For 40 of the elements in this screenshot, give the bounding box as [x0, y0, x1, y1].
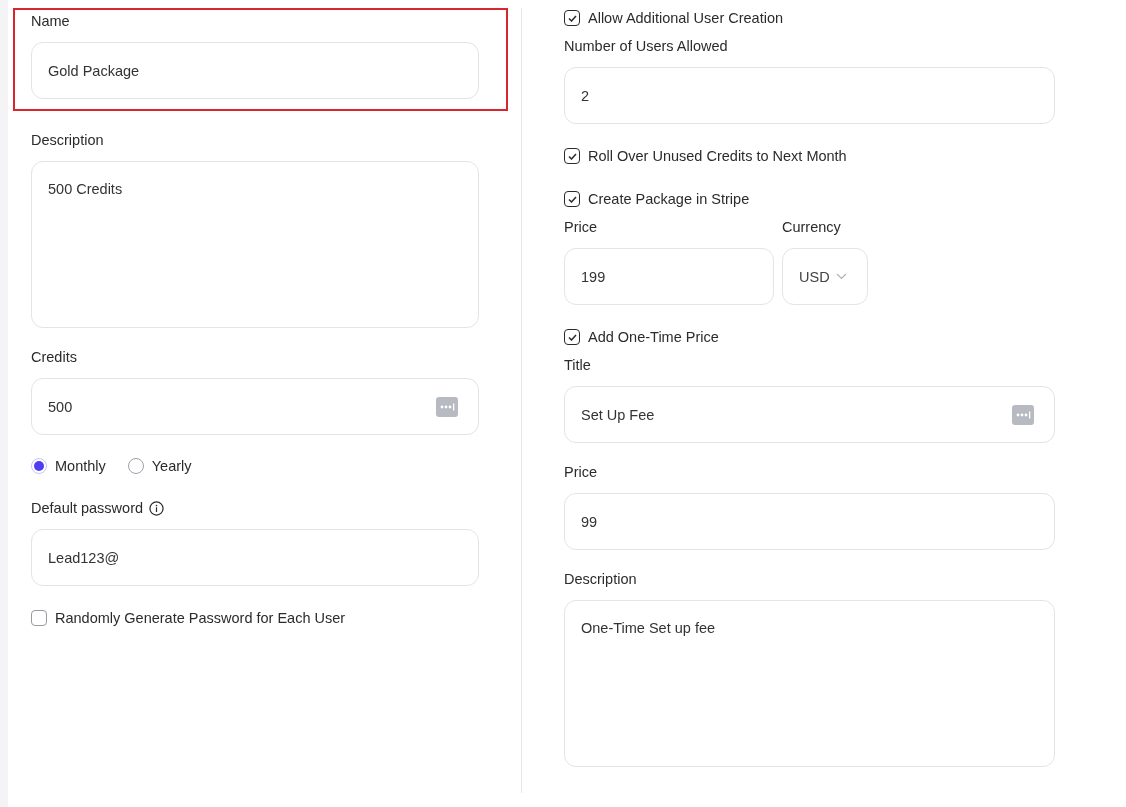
check-icon [567, 333, 577, 341]
field-label: Credits [31, 348, 77, 366]
field-label: Name [31, 12, 70, 30]
field-label: Default password [31, 499, 144, 517]
radio-label: Monthly [55, 458, 106, 474]
field-label: Description [564, 570, 637, 588]
field-label: Number of Users Allowed [564, 37, 728, 55]
field-label: Price [564, 218, 598, 236]
input-field[interactable]: 500 [31, 378, 479, 435]
input-field[interactable]: Lead123@ [31, 529, 479, 586]
checkbox-label: Roll Over Unused Credits to Next Month [588, 148, 847, 164]
check-icon [567, 195, 577, 203]
text-area[interactable]: One-Time Set up fee [564, 600, 1055, 767]
info-icon[interactable] [149, 500, 165, 516]
checkbox-label: Create Package in Stripe [588, 191, 750, 207]
checkbox[interactable] [564, 191, 580, 207]
checkbox[interactable] [564, 329, 580, 345]
check-icon [567, 14, 577, 22]
checkbox[interactable] [564, 148, 580, 164]
chevron-down-icon [835, 273, 847, 280]
text-area[interactable]: 500 Credits [31, 161, 479, 328]
input-field[interactable]: 2 [564, 67, 1055, 124]
input-field[interactable]: Gold Package [31, 42, 479, 99]
field-label: Title [564, 356, 591, 374]
radio-label: Yearly [151, 458, 192, 474]
checkbox-label: Randomly Generate Password for Each User [55, 610, 346, 626]
checkbox-label: Add One-Time Price [588, 329, 719, 345]
checkbox-label: Allow Additional User Creation [588, 10, 784, 26]
input-field[interactable]: 99 [564, 493, 1055, 550]
input-field[interactable]: 199 [564, 248, 774, 305]
checkbox[interactable] [564, 10, 580, 26]
input-field[interactable]: Set Up Fee [564, 386, 1055, 443]
currency-select[interactable]: USD [782, 248, 868, 305]
checkbox[interactable] [31, 610, 47, 626]
field-label: Currency [782, 218, 841, 236]
dots-icon[interactable] [436, 396, 458, 417]
field-label: Description [31, 131, 104, 149]
dots-icon[interactable] [1012, 404, 1034, 425]
check-icon [567, 152, 577, 160]
field-label: Price [564, 463, 598, 481]
